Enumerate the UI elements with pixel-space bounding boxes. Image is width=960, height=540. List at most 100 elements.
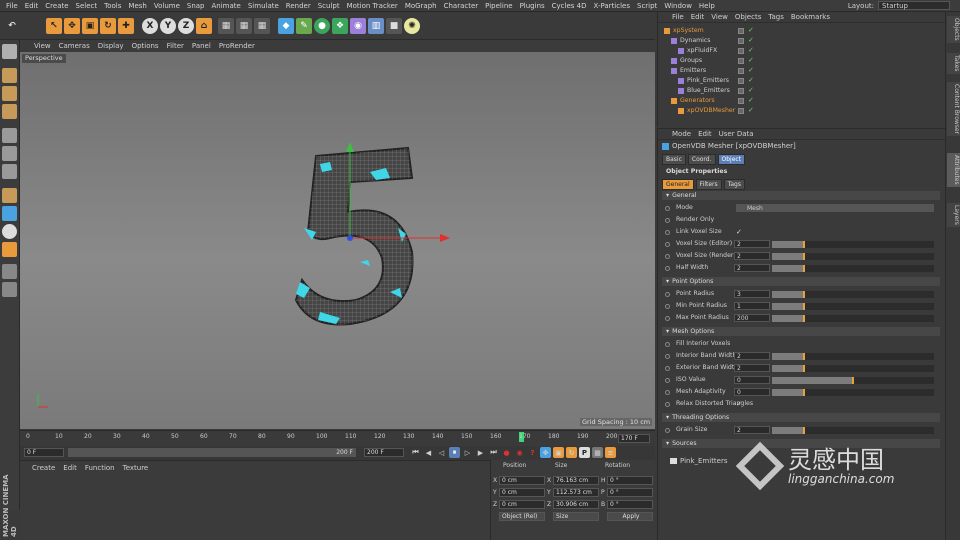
tab-basic[interactable]: Basic	[662, 154, 686, 165]
slider-handle[interactable]	[803, 353, 806, 360]
goto-start-icon[interactable]: ⏮	[410, 447, 421, 458]
property-value-field[interactable]: 1	[734, 302, 770, 310]
property-point-radius[interactable]: Point Radius 3	[658, 289, 946, 300]
menu-cycles-4d[interactable]: Cycles 4D	[552, 2, 587, 10]
size-field[interactable]: 30.906 cm	[553, 500, 599, 509]
slider-handle[interactable]	[803, 315, 806, 322]
enabled-check-icon[interactable]: ✓	[748, 56, 754, 64]
property-value-field[interactable]: 3	[734, 290, 770, 298]
position-field[interactable]: 0 cm	[499, 476, 545, 485]
property-slider[interactable]	[772, 389, 934, 396]
property-link-voxel-size[interactable]: Link Voxel Size ✓	[658, 227, 946, 238]
viewport-menu-view[interactable]: View	[34, 42, 51, 50]
layout-selector[interactable]: Layout: Startup	[848, 1, 950, 10]
visibility-toggle-icon[interactable]	[738, 108, 744, 114]
slider-handle[interactable]	[803, 241, 806, 248]
slider-handle[interactable]	[803, 253, 806, 260]
rotate-tool-icon[interactable]: ↻	[100, 18, 116, 34]
next-frame-icon[interactable]: ▷	[462, 447, 473, 458]
menu-x-particles[interactable]: X-Particles	[594, 2, 630, 10]
property-mesh-adaptivity[interactable]: Mesh Adaptivity 0	[658, 387, 946, 398]
y-axis-icon[interactable]: Y	[160, 18, 176, 34]
make-editable-icon[interactable]	[2, 44, 17, 59]
model-mode-icon[interactable]	[2, 68, 17, 83]
current-frame-field[interactable]: 170 F	[618, 434, 650, 443]
menu-animate[interactable]: Animate	[212, 2, 241, 10]
property-slider[interactable]	[772, 253, 934, 260]
record-icon[interactable]: ●	[501, 447, 512, 458]
tweak-mode-icon[interactable]	[2, 206, 17, 221]
object-row[interactable]: Pink_Emitters ✓	[658, 76, 946, 86]
next-key-icon[interactable]: ▶	[475, 447, 486, 458]
object-menu-view[interactable]: View	[711, 13, 728, 21]
material-menu-create[interactable]: Create	[32, 464, 55, 472]
animate-dot-icon[interactable]	[665, 428, 670, 433]
subdivision-icon[interactable]: ●	[314, 18, 330, 34]
slider-handle[interactable]	[803, 365, 806, 372]
tab-coord[interactable]: Coord.	[687, 154, 716, 165]
rotation-field[interactable]: 0 °	[607, 500, 653, 509]
slider-handle[interactable]	[803, 291, 806, 298]
property-relax-distorted-triangles[interactable]: Relax Distorted Triangles ✓	[658, 399, 946, 410]
animate-dot-icon[interactable]	[665, 254, 670, 259]
keyframe-help-icon[interactable]: ?	[527, 447, 538, 458]
property-value-field[interactable]: 2	[734, 252, 770, 260]
property-slider[interactable]	[772, 291, 934, 298]
property-slider[interactable]	[772, 303, 934, 310]
menu-plugins[interactable]: Plugins	[520, 2, 545, 10]
position-field[interactable]: 0 cm	[499, 500, 545, 509]
menu-sculpt[interactable]: Sculpt	[318, 2, 340, 10]
visibility-toggle-icon[interactable]	[738, 38, 744, 44]
tab-object[interactable]: Object	[717, 154, 746, 165]
animate-dot-icon[interactable]	[665, 402, 670, 407]
attribute-menu-user-data[interactable]: User Data	[719, 130, 754, 138]
section-general[interactable]: ▾ General	[662, 191, 940, 200]
visibility-toggle-icon[interactable]	[738, 68, 744, 74]
prev-key-icon[interactable]: ◀	[423, 447, 434, 458]
enabled-check-icon[interactable]: ✓	[748, 96, 754, 104]
axis-mode-icon[interactable]	[2, 188, 17, 203]
menu-simulate[interactable]: Simulate	[248, 2, 279, 10]
size-field[interactable]: 76.163 cm	[553, 476, 599, 485]
visibility-toggle-icon[interactable]	[738, 78, 744, 84]
scale-tool-icon[interactable]: ▣	[82, 18, 98, 34]
workplane-icon[interactable]	[2, 104, 17, 119]
attribute-menu-edit[interactable]: Edit	[698, 130, 712, 138]
viewport-menu-panel[interactable]: Panel	[192, 42, 211, 50]
property-slider[interactable]	[772, 427, 934, 434]
object-row[interactable]: Dynamics ✓	[658, 36, 946, 46]
property-voxel-size-editor-[interactable]: Voxel Size (Editor) 2	[658, 239, 946, 250]
viewport-menu-cameras[interactable]: Cameras	[59, 42, 90, 50]
animate-dot-icon[interactable]	[665, 230, 670, 235]
key-scale-icon[interactable]: ▣	[553, 447, 564, 458]
property-interior-band-width[interactable]: Interior Band Width 2	[658, 351, 946, 362]
object-row[interactable]: xpOVDBMesher ✓	[658, 106, 946, 116]
enabled-check-icon[interactable]: ✓	[748, 26, 754, 34]
number-five-mesh[interactable]	[294, 146, 414, 326]
object-row[interactable]: Groups ✓	[658, 56, 946, 66]
menu-snap[interactable]: Snap	[187, 2, 205, 10]
polygons-mode-icon[interactable]	[2, 164, 17, 179]
solo-icon[interactable]	[2, 282, 17, 297]
pause-icon[interactable]: ⏸	[449, 447, 460, 458]
side-tab-takes[interactable]: Takes	[947, 53, 960, 74]
spline-pen-icon[interactable]: ✎	[296, 18, 312, 34]
animate-dot-icon[interactable]	[665, 342, 670, 347]
slider-handle[interactable]	[803, 265, 806, 272]
animate-dot-icon[interactable]	[665, 242, 670, 247]
coordinate-system-icon[interactable]: ⌂	[196, 18, 212, 34]
end-frame-field[interactable]: 200 F	[364, 448, 404, 457]
slider-handle[interactable]	[803, 389, 806, 396]
enabled-check-icon[interactable]: ✓	[748, 106, 754, 114]
snap-icon[interactable]	[2, 224, 17, 239]
property-slider[interactable]	[772, 241, 934, 248]
object-menu-objects[interactable]: Objects	[735, 13, 761, 21]
key-position-icon[interactable]: ✥	[540, 447, 551, 458]
lock-workplane-icon[interactable]	[2, 242, 17, 257]
render-settings-icon[interactable]: ▦	[254, 18, 270, 34]
menu-create[interactable]: Create	[45, 2, 68, 10]
move-tool-icon[interactable]: ✥	[64, 18, 80, 34]
cloner-icon[interactable]: ❖	[332, 18, 348, 34]
animate-dot-icon[interactable]	[665, 292, 670, 297]
menu-render[interactable]: Render	[286, 2, 311, 10]
